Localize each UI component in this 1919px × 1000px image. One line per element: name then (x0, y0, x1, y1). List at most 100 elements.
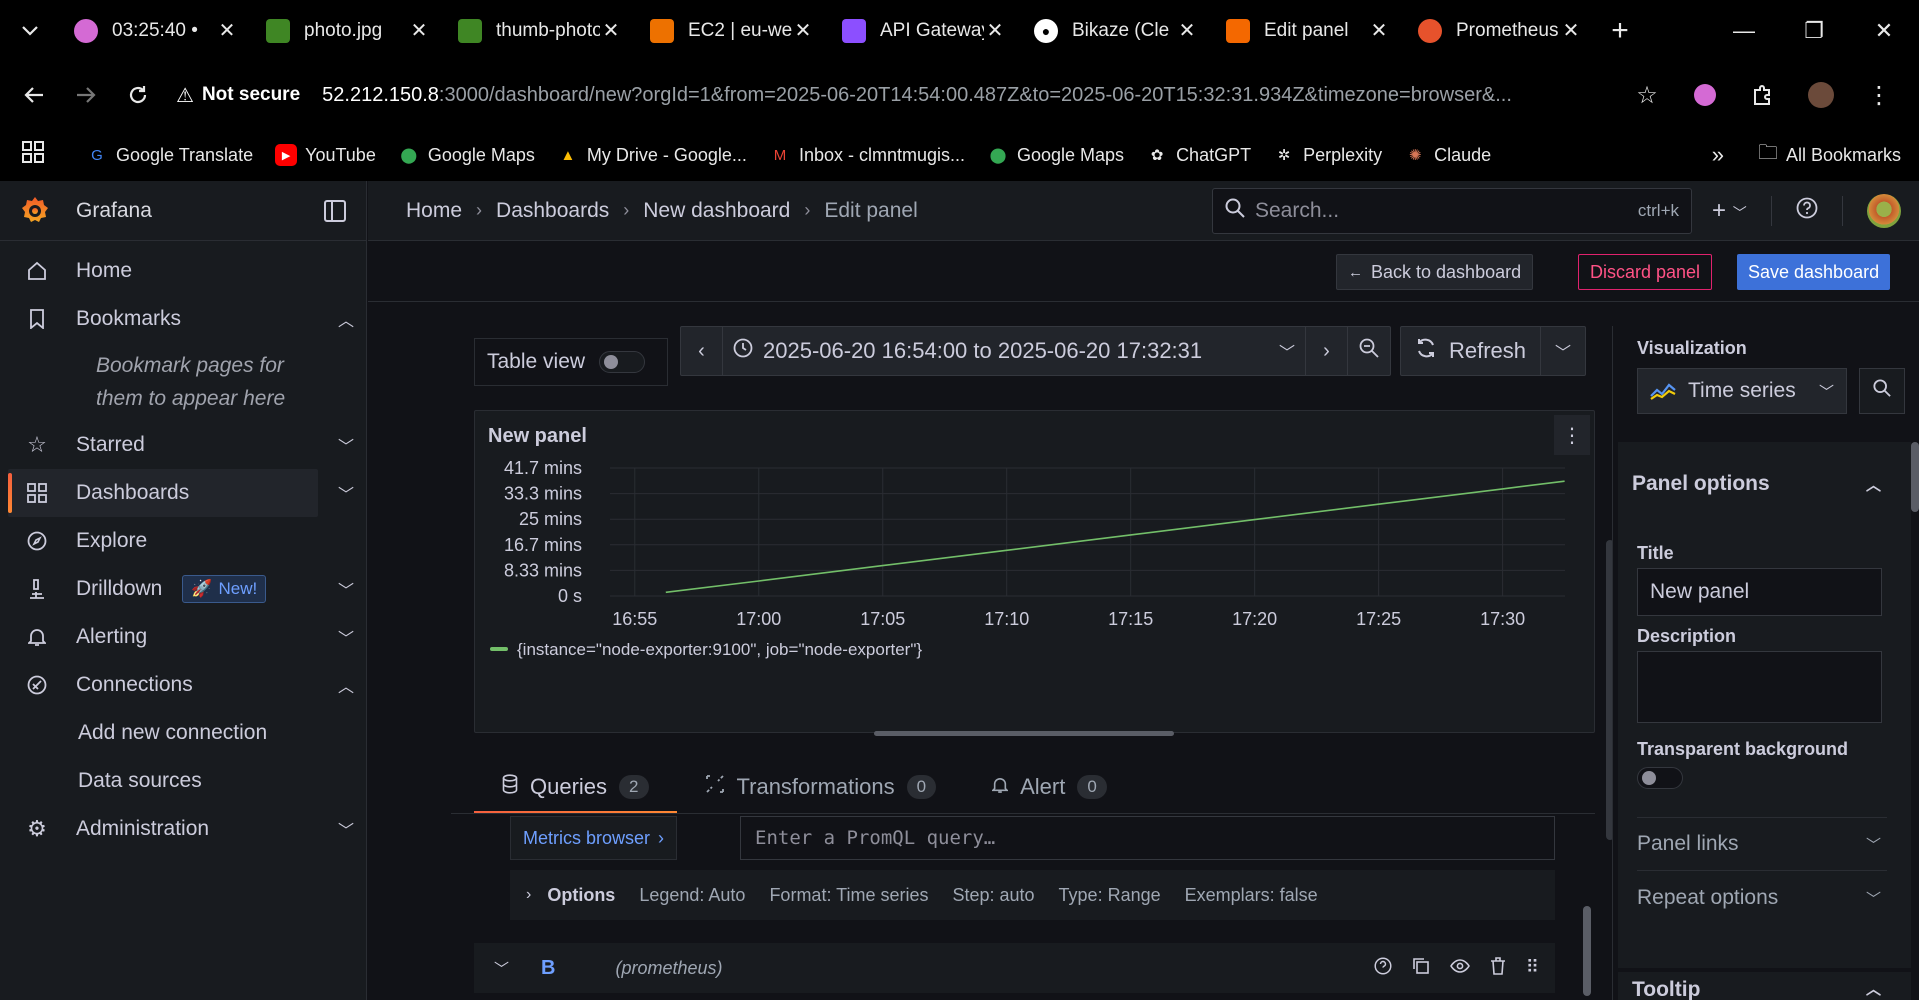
security-indicator[interactable]: ⚠ Not secure (176, 83, 300, 108)
bookmark-item[interactable]: ✲ Perplexity (1273, 144, 1382, 166)
all-bookmarks-button[interactable]: 🗀 All Bookmarks (1758, 138, 1901, 172)
eye-icon[interactable] (1449, 957, 1470, 980)
save-dashboard-button[interactable]: Save dashboard (1737, 254, 1891, 290)
metrics-browser-button[interactable]: Metrics browser › (510, 816, 678, 860)
browser-tab[interactable]: ● Bikaze (Cle ✕ (1020, 0, 1212, 61)
reload-button[interactable] (112, 69, 164, 121)
dock-menu-icon[interactable] (324, 199, 346, 222)
chevron-down-icon[interactable]: ﹀ (326, 481, 366, 505)
copy-icon[interactable] (1412, 957, 1430, 980)
trash-icon[interactable] (1490, 956, 1506, 980)
promql-query-input[interactable]: Enter a PromQL query… (740, 816, 1555, 860)
forward-nav-button[interactable] (60, 69, 112, 121)
table-view-toggle[interactable]: Table view (474, 338, 668, 386)
panel-menu-button[interactable]: ⋮ (1554, 415, 1590, 455)
section-repeat-options[interactable]: Repeat options ﹀ (1618, 872, 1911, 924)
query-ref-id[interactable]: B (541, 957, 555, 980)
chevron-down-icon[interactable]: ﹀ (494, 958, 509, 979)
sidebar-subitem-data-sources[interactable]: Data sources (0, 757, 366, 805)
tab-queries[interactable]: Queries 2 (474, 760, 677, 814)
back-to-dashboard-button[interactable]: ← Back to dashboard (1336, 254, 1534, 290)
time-range-forward-button[interactable]: › (1306, 327, 1348, 375)
bookmark-item[interactable]: G Google Translate (86, 144, 253, 166)
close-tab-icon[interactable]: ✕ (408, 20, 430, 42)
refresh-button[interactable]: Refresh (1401, 327, 1542, 375)
tab-transformations[interactable]: Transformations 0 (677, 760, 965, 814)
browser-tab[interactable]: API Gateway ✕ (828, 0, 1020, 61)
visualization-picker[interactable]: Time series ﹀ (1637, 368, 1847, 414)
bookmark-item[interactable]: ✺ Claude (1404, 144, 1491, 166)
discard-panel-button[interactable]: Discard panel (1578, 254, 1713, 290)
query-scrollbar[interactable] (1583, 818, 1591, 1000)
more-bookmarks-icon[interactable]: » (1712, 142, 1724, 168)
chevron-down-icon[interactable]: ﹀ (326, 817, 366, 841)
apps-grid-icon[interactable] (22, 141, 56, 169)
section-panel-options[interactable]: Panel options ︿ (1618, 458, 1911, 510)
browser-menu-icon[interactable]: ⋮ (1859, 75, 1899, 115)
chevron-down-icon[interactable]: ﹀ (326, 625, 366, 649)
sidebar-item-starred[interactable]: ☆ Starred ﹀ (0, 421, 366, 469)
bookmark-item[interactable]: ▲ My Drive - Google... (557, 144, 746, 166)
chevron-up-icon[interactable]: ︿ (326, 307, 366, 331)
section-panel-links[interactable]: Panel links ﹀ (1618, 818, 1911, 870)
bookmark-item[interactable]: M Inbox - clmntmugis... (769, 144, 965, 166)
refresh-interval-dropdown[interactable]: ﹀ (1541, 327, 1585, 375)
toggle-switch[interactable] (599, 351, 646, 373)
extension-timer-icon[interactable] (1685, 75, 1725, 115)
tab-alert[interactable]: Alert 0 (964, 760, 1135, 814)
close-tab-icon[interactable]: ✕ (1368, 20, 1390, 42)
close-tab-icon[interactable]: ✕ (600, 20, 622, 42)
zoom-out-button[interactable] (1348, 327, 1390, 375)
add-new-button[interactable]: + ﹀ (1712, 197, 1747, 225)
options-scrollbar[interactable] (1911, 442, 1919, 512)
close-tab-icon[interactable]: ✕ (1560, 20, 1582, 42)
sidebar-item-administration[interactable]: ⚙ Administration ﹀ (0, 805, 366, 853)
sidebar-item-dashboards[interactable]: Dashboards ﹀ (8, 469, 354, 517)
breadcrumb-dashboards[interactable]: Dashboards (496, 199, 609, 223)
browser-tab[interactable]: Edit panel ✕ (1212, 0, 1404, 61)
bookmark-item[interactable]: ⬤ Google Maps (398, 144, 534, 166)
browser-tab[interactable]: EC2 | eu-west✕ (636, 0, 828, 61)
query-options-row[interactable]: › Options Legend: Auto Format: Time seri… (510, 870, 1555, 920)
close-tab-icon[interactable]: ✕ (1176, 20, 1198, 42)
sidebar-subitem-add-new-connection[interactable]: Add new connection (0, 709, 366, 757)
chevron-down-icon[interactable]: ﹀ (326, 433, 366, 457)
browser-tab[interactable]: Prometheus ✕ (1404, 0, 1596, 61)
chevron-up-icon[interactable]: ︿ (326, 673, 366, 697)
help-icon[interactable] (1796, 197, 1818, 226)
bookmark-item[interactable]: ⬤ Google Maps (987, 144, 1124, 166)
sidebar-item-alerting[interactable]: Alerting ﹀ (0, 613, 366, 661)
close-window-button[interactable]: ✕ (1849, 0, 1919, 61)
bookmark-item[interactable]: ✿ ChatGPT (1146, 144, 1251, 166)
grafana-logo-icon[interactable] (18, 194, 52, 228)
description-textarea[interactable] (1637, 651, 1882, 723)
sidebar-item-bookmarks[interactable]: Bookmarks ︿ (0, 295, 366, 343)
url-text[interactable]: 52.212.150.8:3000/dashboard/new?orgId=1&… (322, 84, 1512, 107)
help-icon[interactable] (1374, 956, 1392, 980)
bookmark-star-icon[interactable]: ☆ (1627, 75, 1667, 115)
sidebar-item-explore[interactable]: Explore (0, 517, 366, 565)
extensions-puzzle-icon[interactable] (1743, 75, 1783, 115)
minimize-button[interactable]: — (1709, 0, 1779, 61)
chevron-down-icon[interactable]: ﹀ (326, 577, 366, 601)
section-tooltip[interactable]: Tooltip ︿ (1618, 972, 1911, 1000)
new-tab-button[interactable]: + (1596, 0, 1644, 61)
search-input[interactable]: Search... ctrl+k (1212, 188, 1692, 234)
sidebar-item-drilldown[interactable]: Drilldown 🚀 New! ﹀ (0, 565, 366, 613)
breadcrumb-home[interactable]: Home (406, 199, 462, 223)
transparent-background-toggle[interactable] (1637, 767, 1683, 789)
close-tab-icon[interactable]: ✕ (216, 20, 238, 42)
breadcrumb-new-dashboard[interactable]: New dashboard (643, 199, 790, 223)
close-tab-icon[interactable]: ✕ (984, 20, 1006, 42)
drag-handle-icon[interactable]: ⠿ (1526, 957, 1539, 980)
sidebar-item-connections[interactable]: Connections ︿ (0, 661, 366, 709)
time-range-back-button[interactable]: ‹ (681, 327, 723, 375)
browser-tab[interactable]: 03:25:40 • ✕ (60, 0, 252, 61)
bookmark-item[interactable]: ▶ YouTube (275, 144, 376, 166)
time-range-button[interactable]: 2025-06-20 16:54:00 to 2025-06-20 17:32:… (723, 327, 1306, 375)
omnibox[interactable]: ⚠ Not secure 52.212.150.8:3000/dashboard… (176, 69, 1627, 121)
close-tab-icon[interactable]: ✕ (792, 20, 814, 42)
tab-search-button[interactable] (0, 0, 60, 61)
user-avatar[interactable] (1866, 194, 1901, 228)
panel-resize-handle[interactable] (874, 731, 1174, 736)
